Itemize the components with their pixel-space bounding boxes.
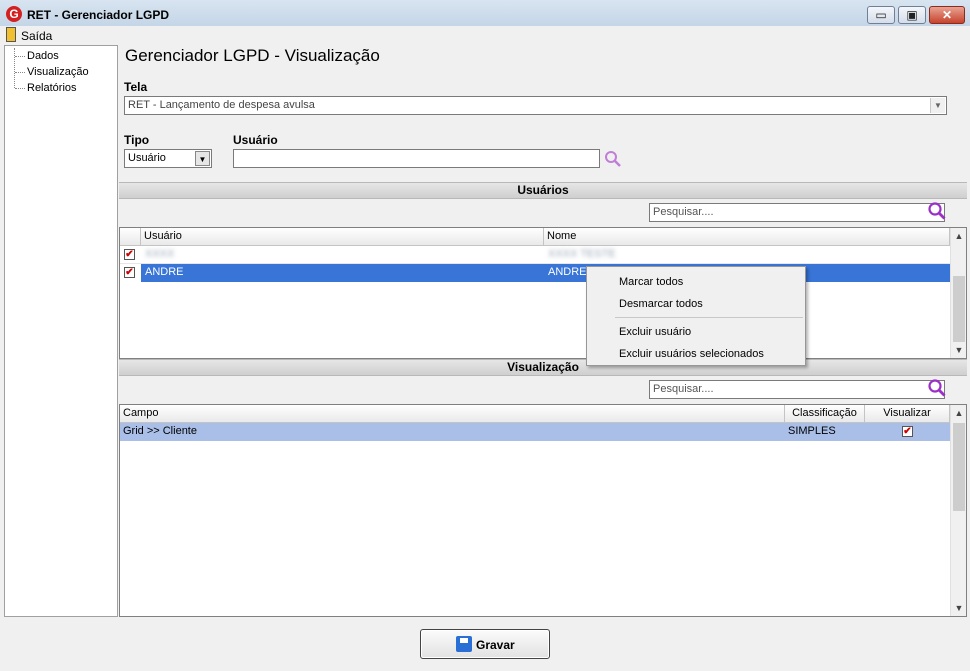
tipo-label: Tipo	[124, 133, 150, 147]
context-menu: Marcar todos Desmarcar todos Excluir usu…	[586, 266, 806, 366]
ctx-desmarcar-todos[interactable]: Desmarcar todos	[619, 298, 703, 310]
close-button[interactable]: ✕	[929, 6, 965, 24]
usuario-input[interactable]	[233, 149, 600, 168]
usuario-label: Usuário	[233, 133, 278, 147]
navigation-tree: Dados Visualização Relatórios	[4, 45, 118, 617]
save-button-label: Gravar	[476, 638, 515, 652]
grid-header-visualizar[interactable]: Visualizar	[865, 405, 950, 423]
row-campo: Grid >> Cliente	[123, 425, 197, 437]
view-grid: Campo Classificação Visualizar Grid >> C…	[119, 404, 967, 617]
row-visualizar-checkbox[interactable]: ✔	[902, 426, 913, 437]
tela-value: RET - Lançamento de despesa avulsa	[128, 99, 315, 111]
search-icon[interactable]	[928, 379, 946, 397]
maximize-button[interactable]: ▣	[898, 6, 926, 24]
scroll-thumb[interactable]	[953, 276, 965, 342]
scroll-up-icon[interactable]: ▲	[951, 228, 966, 244]
exit-door-icon[interactable]	[6, 27, 16, 42]
row-usuario: XXXX	[145, 248, 175, 260]
save-button[interactable]: Gravar	[420, 629, 550, 659]
grid-header-usuario[interactable]: Usuário	[141, 228, 544, 246]
users-search-input[interactable]: Pesquisar....	[649, 203, 945, 222]
tree-branch	[15, 72, 25, 73]
tipo-value: Usuário	[128, 152, 166, 164]
tela-dropdown[interactable]: RET - Lançamento de despesa avulsa ▼	[124, 96, 947, 115]
view-scrollbar[interactable]: ▲ ▼	[950, 405, 966, 616]
grid-header-campo[interactable]: Campo	[120, 405, 785, 423]
floppy-disk-icon	[456, 636, 472, 652]
scroll-up-icon[interactable]: ▲	[951, 405, 966, 421]
users-scrollbar[interactable]: ▲ ▼	[950, 228, 966, 358]
search-icon[interactable]	[604, 150, 622, 168]
scroll-down-icon[interactable]: ▼	[951, 600, 966, 616]
minimize-button[interactable]: ▭	[867, 6, 895, 24]
tree-item-dados[interactable]: Dados	[27, 50, 59, 62]
tree-item-visualizacao[interactable]: Visualização	[27, 66, 89, 78]
window-title: RET - Gerenciador LGPD	[27, 8, 170, 22]
chevron-down-icon[interactable]: ▼	[930, 98, 945, 113]
users-section-header: Usuários	[119, 182, 967, 199]
grid-header-classificacao[interactable]: Classificação	[785, 405, 865, 423]
tree-connector	[14, 48, 15, 88]
ctx-excluir-selecionados[interactable]: Excluir usuários selecionados	[619, 348, 764, 360]
tela-label: Tela	[124, 80, 148, 94]
menu-separator	[615, 317, 803, 318]
menu-bar	[0, 26, 970, 44]
row-classificacao: SIMPLES	[788, 425, 836, 437]
view-section-header: Visualização	[119, 359, 967, 376]
scroll-down-icon[interactable]: ▼	[951, 342, 966, 358]
view-search-input[interactable]: Pesquisar....	[649, 380, 945, 399]
tree-item-relatorios[interactable]: Relatórios	[27, 82, 77, 94]
chevron-down-icon[interactable]: ▼	[195, 151, 210, 166]
app-logo-icon: G	[6, 6, 22, 22]
scroll-thumb[interactable]	[953, 423, 965, 511]
users-grid: Usuário Nome ✔ XXXX XXXX TESTE ✔ ANDRE A…	[119, 227, 967, 359]
menu-exit[interactable]: Saída	[21, 29, 52, 43]
search-icon[interactable]	[928, 202, 946, 220]
tipo-dropdown[interactable]: Usuário ▼	[124, 149, 212, 168]
tree-branch	[15, 56, 25, 57]
row-nome: XXXX TESTE	[548, 248, 616, 260]
row-checkbox[interactable]: ✔	[124, 249, 135, 260]
grid-header-nome[interactable]: Nome	[544, 228, 950, 246]
tree-branch	[15, 88, 25, 89]
row-usuario: ANDRE	[145, 266, 184, 278]
ctx-excluir-usuario[interactable]: Excluir usuário	[619, 326, 691, 338]
row-checkbox[interactable]: ✔	[124, 267, 135, 278]
grid-header-check	[120, 228, 141, 246]
page-title: Gerenciador LGPD - Visualização	[125, 46, 380, 65]
ctx-marcar-todos[interactable]: Marcar todos	[619, 276, 683, 288]
